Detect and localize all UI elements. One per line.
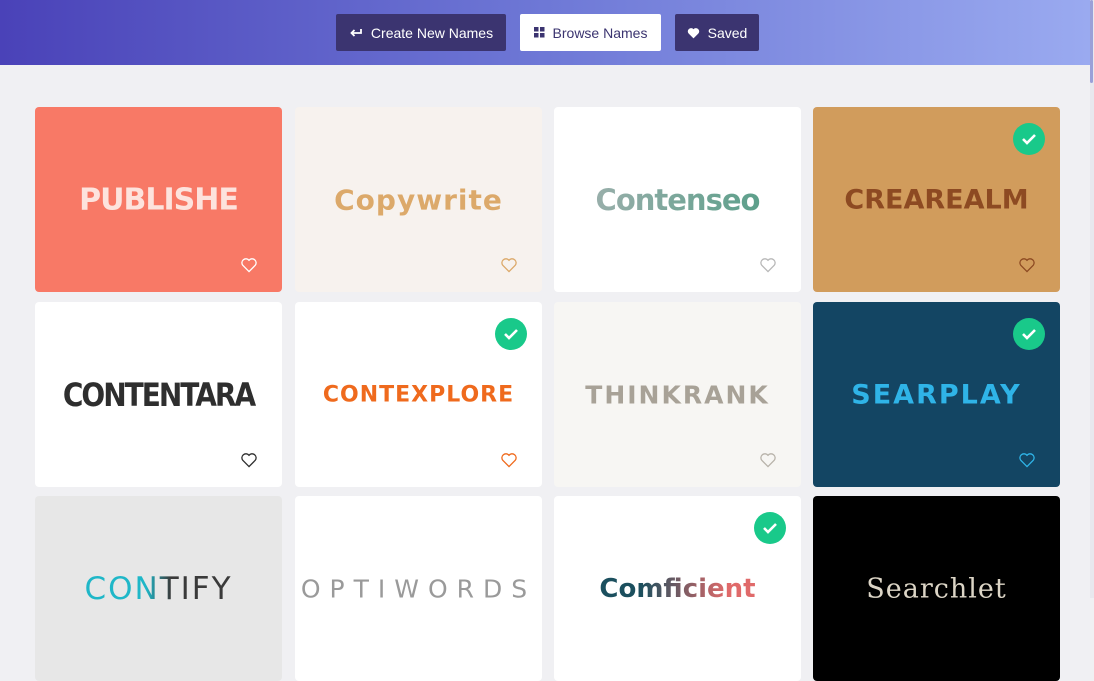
name-card[interactable]: Contenseo [554,107,801,292]
saved-label: Saved [707,24,748,41]
scrollbar-thumb[interactable] [1090,0,1093,83]
arrow-return-icon [349,27,363,39]
name-card[interactable]: Searchlet [813,496,1060,681]
browse-names-label: Browse Names [552,24,648,41]
scrollbar[interactable] [1090,0,1094,598]
check-badge-icon [1013,318,1045,350]
name-logo: OPTIWORDS [300,574,537,603]
name-card[interactable]: CREAREALM [813,107,1060,292]
heart-outline-icon[interactable] [1018,257,1036,273]
create-new-names-label: Create New Names [370,24,494,41]
heart-outline-icon[interactable] [759,257,777,273]
name-card[interactable]: THINKRANK [554,302,801,487]
name-card[interactable]: PUBLISHE [35,107,282,292]
check-badge-icon [1013,123,1045,155]
name-logo: CREAREALM [844,184,1029,215]
check-badge-icon [495,318,527,350]
saved-button[interactable]: Saved [675,14,759,51]
name-card[interactable]: CONTEXPLORE [295,302,542,487]
name-card[interactable]: CONTENTARA [35,302,282,487]
name-card[interactable]: SEARPLAY [813,302,1060,487]
heart-outline-icon[interactable] [1018,452,1036,468]
name-logo: CONTIFY [35,571,282,607]
heart-outline-icon[interactable] [240,452,258,468]
name-logo: Copywrite [334,183,503,216]
name-logo: CONTEXPLORE [322,382,515,407]
name-logo: Comficient [554,574,801,604]
grid-icon [533,27,545,38]
name-card[interactable]: OPTIWORDS [295,496,542,681]
name-logo: CONTENTARA [62,375,256,414]
name-logo: PUBLISHE [79,182,239,217]
browse-names-button[interactable]: Browse Names [520,14,661,51]
create-new-names-button[interactable]: Create New Names [336,14,506,51]
name-logo: THINKRANK [585,380,770,409]
name-logo: SEARPLAY [851,379,1022,410]
heart-filled-icon [687,27,700,39]
heart-outline-icon[interactable] [500,452,518,468]
heart-outline-icon[interactable] [500,257,518,273]
name-logo: Searchlet [866,573,1007,604]
heart-outline-icon[interactable] [759,452,777,468]
name-card[interactable]: CONTIFY [35,496,282,681]
name-logo: Contenseo [554,183,801,217]
name-card[interactable]: Comficient [554,496,801,681]
name-card[interactable]: Copywrite [295,107,542,292]
heart-outline-icon[interactable] [240,257,258,273]
check-badge-icon [754,512,786,544]
